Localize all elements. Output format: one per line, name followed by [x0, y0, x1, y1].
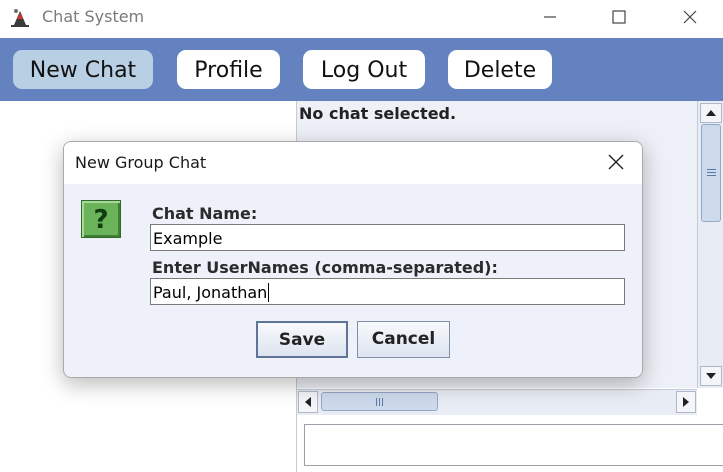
window-titlebar: Chat System [0, 0, 723, 37]
close-icon [608, 154, 624, 170]
arrow-down-icon [706, 373, 716, 379]
usernames-value: Paul, Jonathan [153, 283, 268, 302]
toolbar: New Chat Profile Log Out Delete [0, 38, 723, 101]
chat-name-value: Example [153, 229, 223, 248]
java-app-icon [9, 6, 31, 28]
dialog-titlebar: New Group Chat [64, 142, 642, 184]
new-chat-button[interactable]: New Chat [13, 50, 153, 89]
question-icon: ? [81, 200, 121, 238]
usernames-input[interactable]: Paul, Jonathan [150, 278, 625, 305]
close-icon [683, 10, 697, 24]
minimize-icon [544, 16, 556, 18]
arrow-right-icon [683, 397, 689, 407]
cancel-button[interactable]: Cancel [357, 321, 450, 358]
horizontal-scroll-thumb[interactable] [321, 392, 438, 411]
scroll-right-button[interactable] [676, 391, 696, 413]
delete-button[interactable]: Delete [448, 50, 552, 89]
scroll-up-button[interactable] [700, 103, 722, 123]
maximize-button[interactable] [596, 0, 642, 34]
usernames-label: Enter UserNames (comma-separated): [152, 258, 498, 277]
new-group-chat-dialog: New Group Chat ? Chat Name: Example Ente… [63, 141, 643, 378]
no-chat-selected-text: No chat selected. [299, 104, 457, 123]
arrow-up-icon [706, 110, 716, 116]
profile-button[interactable]: Profile [177, 50, 280, 89]
maximize-icon [612, 10, 626, 24]
arrow-left-icon [305, 397, 311, 407]
dialog-close-button[interactable] [598, 150, 634, 176]
vertical-scroll-thumb[interactable] [701, 124, 721, 222]
minimize-button[interactable] [527, 0, 573, 34]
scroll-corner [697, 389, 723, 415]
chat-name-label: Chat Name: [152, 204, 258, 223]
close-button[interactable] [667, 0, 713, 34]
scroll-down-button[interactable] [700, 366, 722, 386]
window-title: Chat System [42, 7, 145, 26]
log-out-button[interactable]: Log Out [303, 50, 425, 89]
dialog-title: New Group Chat [75, 153, 207, 172]
chat-name-input[interactable]: Example [150, 224, 625, 251]
scroll-left-button[interactable] [298, 391, 318, 413]
text-caret [268, 283, 270, 302]
message-input[interactable] [304, 424, 723, 466]
save-button[interactable]: Save [256, 321, 348, 358]
